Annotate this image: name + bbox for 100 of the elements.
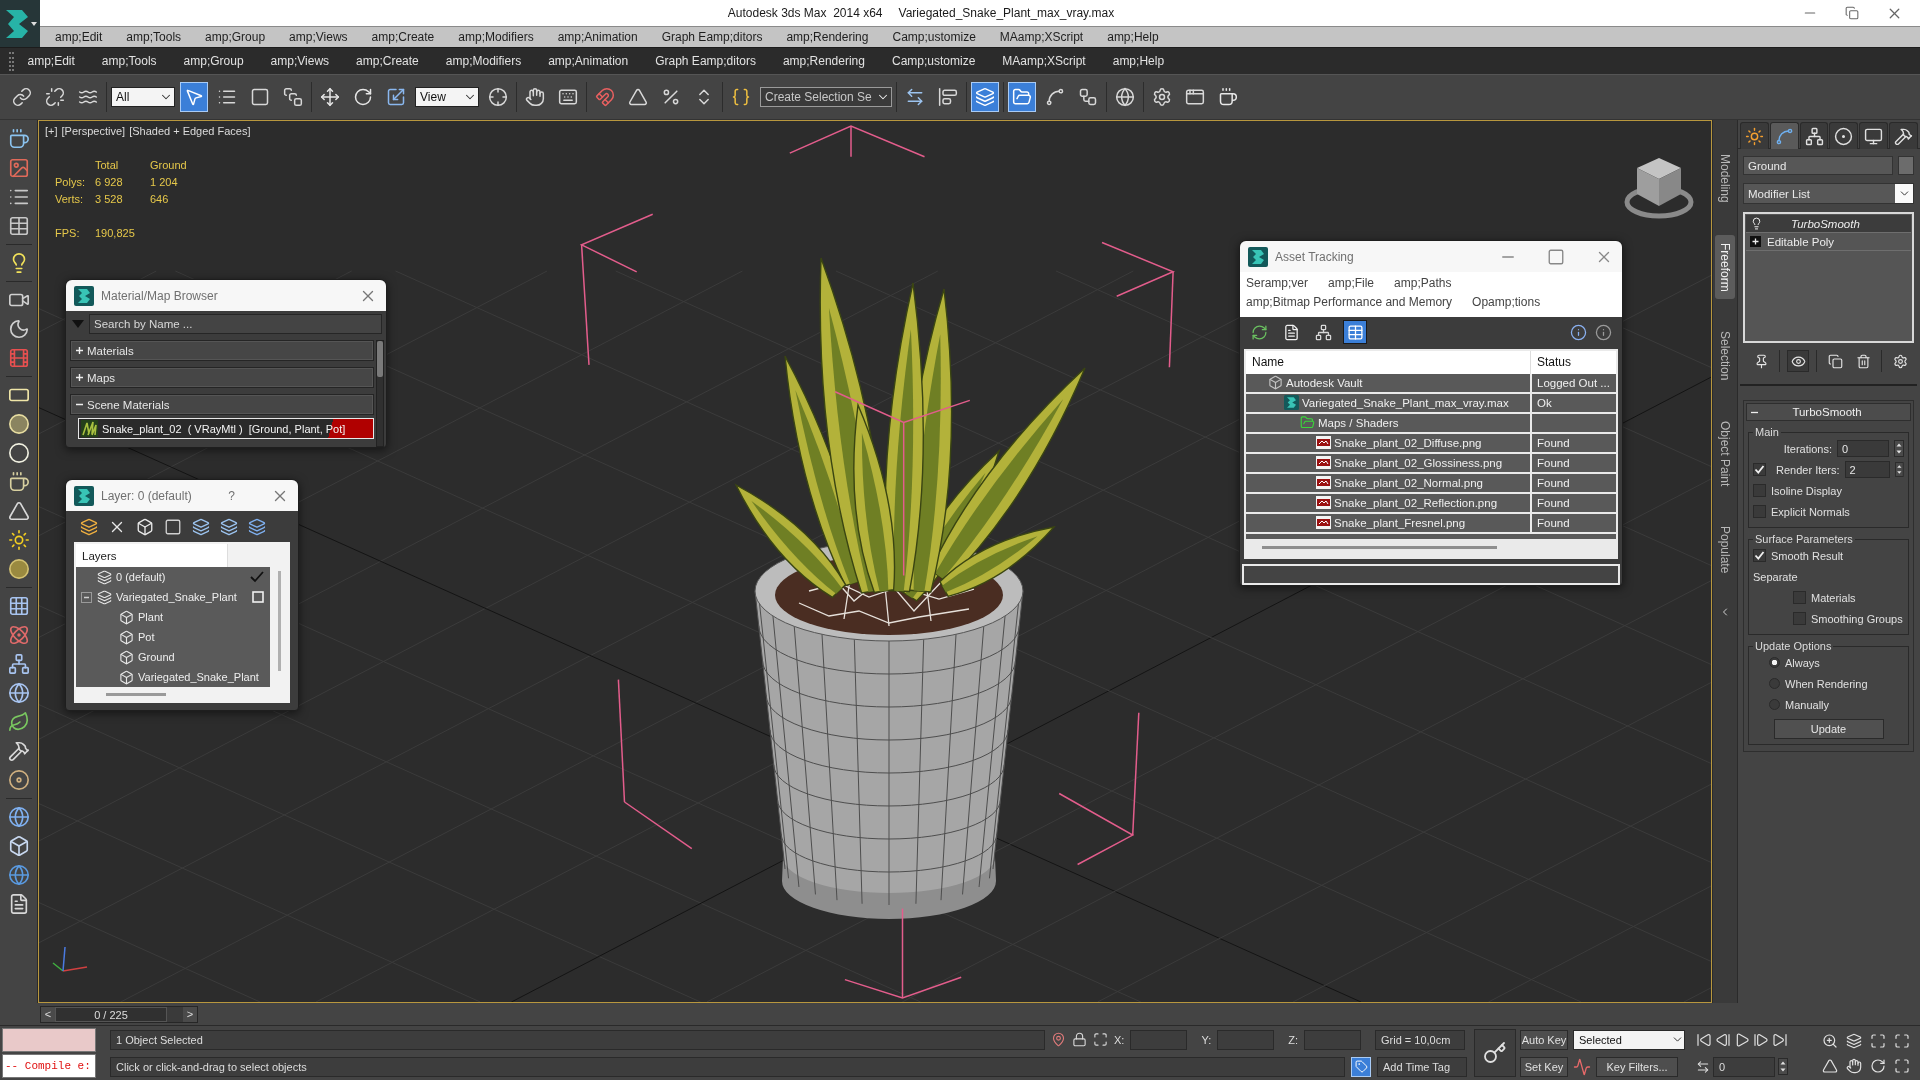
spinner-field[interactable]: 0 <box>1837 440 1889 457</box>
skip-back-icon[interactable] <box>1696 1031 1712 1048</box>
stack-item[interactable]: Editable Poly <box>1746 233 1911 251</box>
maximize-icon[interactable] <box>1547 247 1565 266</box>
checkbox[interactable] <box>1793 591 1806 604</box>
menu-item[interactable]: amp;Edit <box>43 30 115 44</box>
checkbox[interactable] <box>1753 484 1766 497</box>
toolbar-button[interactable] <box>970 82 999 112</box>
menu-item[interactable]: amp;Views <box>277 30 360 44</box>
spinner-arrows-icon[interactable] <box>1895 461 1904 478</box>
moon-icon[interactable] <box>7 318 30 340</box>
rollout-header[interactable]: TurboSmooth <box>1746 403 1911 421</box>
restore-icon[interactable] <box>1845 6 1859 20</box>
panel-tab[interactable] <box>1769 122 1799 149</box>
sun-icon[interactable] <box>7 529 30 551</box>
panel-tab[interactable] <box>1740 122 1769 149</box>
object-name-field[interactable]: Ground <box>1743 156 1893 175</box>
app-menu-button[interactable] <box>0 0 40 47</box>
key-button[interactable] <box>1474 1029 1516 1077</box>
box-icon[interactable] <box>7 835 30 857</box>
table-icon[interactable] <box>7 215 30 237</box>
menu-item[interactable]: amp;Create <box>359 30 447 44</box>
atom-icon[interactable] <box>7 624 30 646</box>
corners-icon[interactable] <box>1894 1032 1910 1049</box>
triangle-icon[interactable] <box>1822 1057 1838 1074</box>
leaf-icon[interactable] <box>7 711 30 733</box>
radio-button[interactable] <box>1769 657 1780 668</box>
material-item[interactable]: Snake_plant_02 ( VRayMtl ) [Ground, Plant, Pot] <box>78 418 374 439</box>
menu-item[interactable]: MAamp;XScript <box>988 54 1100 68</box>
globe-icon[interactable] <box>7 864 30 886</box>
text-field[interactable] <box>1242 563 1620 585</box>
lock-icon[interactable] <box>1072 1032 1087 1047</box>
ribbon-tab[interactable]: Modeling <box>1715 146 1735 211</box>
table-row[interactable]: Snake_plant_02_Reflection.png Found <box>1246 493 1616 514</box>
menu-item[interactable]: amp;Views <box>257 54 343 68</box>
menu-item[interactable]: amp;Group <box>170 54 258 68</box>
layer-name[interactable]: Plant <box>138 611 164 623</box>
play-icon[interactable] <box>1734 1031 1750 1048</box>
checkbox[interactable] <box>1753 463 1766 476</box>
layers-icon[interactable] <box>248 517 266 536</box>
menu-item[interactable]: amp;Paths <box>1394 276 1452 290</box>
step-forward-icon[interactable] <box>1753 1031 1769 1048</box>
view-mode-button[interactable] <box>1343 320 1367 345</box>
dropdown[interactable]: View <box>415 87 479 107</box>
coordinate-field[interactable] <box>1130 1029 1188 1050</box>
viewport-menu[interactable]: [Perspective] <box>61 125 126 137</box>
previous-frame-button[interactable]: < <box>41 1006 55 1022</box>
coordinate-field[interactable] <box>1304 1029 1361 1050</box>
info-icon[interactable] <box>1570 323 1587 341</box>
pulse-line-icon[interactable] <box>1573 1057 1591 1076</box>
globe-icon[interactable] <box>7 806 30 828</box>
toolbar-button[interactable] <box>1007 82 1036 112</box>
group-header[interactable]: Materials <box>70 340 374 361</box>
menu-item[interactable]: Camp;ustomize <box>878 54 989 68</box>
layer-name[interactable]: Pot <box>138 631 155 643</box>
radio-button[interactable] <box>1769 678 1780 689</box>
viewport-menu[interactable]: [Shaded + Edged Faces] <box>129 125 251 137</box>
menu-item[interactable]: amp;File <box>1328 276 1375 290</box>
picture-icon[interactable] <box>7 157 30 179</box>
layers-icon[interactable] <box>80 517 98 536</box>
layers-icon[interactable] <box>220 517 238 536</box>
layers-icon[interactable] <box>192 517 210 536</box>
grid-icon[interactable] <box>7 595 30 617</box>
viewport-menu[interactable]: [+] <box>45 125 58 137</box>
menu-item[interactable]: amp;Animation <box>534 54 642 68</box>
menu-item[interactable]: Graph Eamp;ditors <box>649 30 775 44</box>
spinner-arrows-icon[interactable] <box>1894 440 1904 457</box>
stack-item[interactable]: TurboSmooth <box>1746 215 1911 233</box>
combo-box[interactable]: Create Selection Se <box>760 87 892 107</box>
menu-item[interactable]: amp;Create <box>342 54 433 68</box>
table-row[interactable]: Variegated_Snake_Plant_max_vray.max Ok <box>1246 393 1616 414</box>
menu-item[interactable]: amp;Group <box>193 30 278 44</box>
menu-item[interactable]: amp;Help <box>1095 30 1171 44</box>
film-icon[interactable] <box>7 347 30 369</box>
group-header[interactable]: Maps <box>70 367 374 388</box>
table-row[interactable]: Snake_plant_Fresnel.png Found <box>1246 513 1616 534</box>
step-back-icon[interactable] <box>1715 1031 1731 1048</box>
menu-item[interactable]: Opamp;tions <box>1472 295 1541 309</box>
menu-item[interactable]: amp;Tools <box>114 30 194 44</box>
column-header[interactable]: Layers <box>76 544 228 567</box>
checkbox[interactable] <box>1793 612 1806 625</box>
frame-field[interactable]: 0 <box>1713 1056 1775 1077</box>
listener-output[interactable]: -- Compile e: <box>2 1054 96 1078</box>
info-icon[interactable] <box>1595 323 1612 341</box>
update-button[interactable]: Update <box>1773 719 1884 739</box>
object-color-swatch[interactable] <box>1898 156 1914 175</box>
layer-name[interactable]: Variegated_Snake_Plant <box>138 671 259 683</box>
ribbon-tab[interactable]: Selection <box>1715 323 1735 389</box>
menu-item[interactable]: Seramp;ver <box>1246 276 1309 290</box>
table-row[interactable]: Maps / Shaders <box>1246 413 1616 434</box>
coordinate-field[interactable] <box>1217 1029 1275 1050</box>
panel-tab[interactable] <box>1799 122 1829 149</box>
time-tag-field[interactable]: Add Time Tag <box>1377 1056 1467 1077</box>
disc-icon[interactable] <box>7 769 30 791</box>
cup-icon[interactable] <box>7 128 30 150</box>
table-row[interactable]: Autodesk Vault Logged Out ... <box>1246 373 1616 394</box>
menu-item[interactable]: MAamp;XScript <box>987 30 1096 44</box>
layer-name[interactable]: 0 (default) <box>116 571 166 583</box>
layer-name[interactable]: Variegated_Snake_Plant <box>116 591 237 603</box>
hand-icon[interactable] <box>1846 1057 1862 1074</box>
